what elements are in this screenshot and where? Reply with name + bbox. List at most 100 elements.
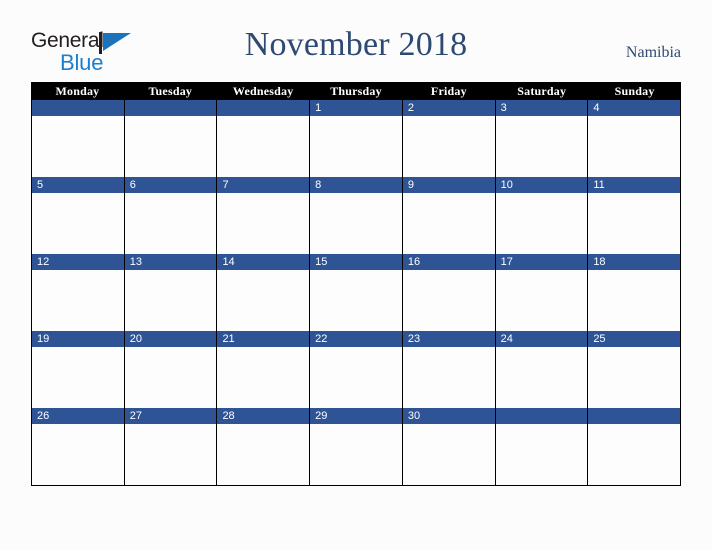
day-number-band: 17 — [495, 254, 588, 270]
day-note-area[interactable] — [495, 347, 588, 408]
day-note-area[interactable] — [217, 424, 310, 485]
day-note-area[interactable] — [32, 116, 124, 177]
day-number-band: 1 — [310, 100, 402, 116]
day-cell[interactable]: 7 — [217, 177, 311, 254]
day-cell[interactable]: 4 — [588, 100, 682, 177]
day-note-area[interactable] — [32, 424, 124, 485]
day-number: 11 — [593, 179, 605, 191]
week-row: 26 27 28 29 30 — [31, 408, 682, 486]
day-note-area[interactable] — [402, 116, 495, 177]
day-number-band — [124, 100, 217, 116]
day-note-area[interactable] — [588, 270, 681, 331]
day-note-area[interactable] — [217, 116, 310, 177]
day-cell[interactable] — [588, 408, 682, 485]
day-note-area[interactable] — [402, 193, 495, 254]
day-cell[interactable] — [32, 100, 125, 177]
day-cell[interactable]: 1 — [310, 100, 403, 177]
day-cell[interactable]: 25 — [588, 331, 682, 408]
day-note-area[interactable] — [217, 193, 310, 254]
day-cell[interactable]: 22 — [310, 331, 403, 408]
day-number: 1 — [315, 102, 322, 114]
day-note-area[interactable] — [588, 116, 681, 177]
weekday-header-friday: Friday — [430, 84, 467, 98]
day-note-area[interactable] — [217, 347, 310, 408]
day-cell[interactable] — [495, 408, 589, 485]
day-cell[interactable]: 13 — [124, 254, 218, 331]
day-number: 9 — [407, 179, 414, 191]
day-number: 26 — [37, 410, 50, 422]
day-number: 8 — [315, 179, 322, 191]
day-cell[interactable]: 17 — [495, 254, 589, 331]
day-note-area[interactable] — [32, 347, 124, 408]
week-row: 1 2 3 4 — [31, 100, 682, 177]
day-cell[interactable]: 14 — [217, 254, 311, 331]
day-number: 7 — [222, 179, 229, 191]
day-note-area[interactable] — [124, 116, 217, 177]
weekday-header-tuesday: Tuesday — [148, 84, 193, 98]
day-cell[interactable]: 20 — [124, 331, 218, 408]
day-note-area[interactable] — [310, 193, 402, 254]
day-note-area[interactable] — [310, 424, 402, 485]
day-cell[interactable]: 12 — [32, 254, 125, 331]
day-cell[interactable]: 24 — [495, 331, 589, 408]
day-note-area[interactable] — [495, 424, 588, 485]
day-number-band: 28 — [217, 408, 310, 424]
day-note-area[interactable] — [217, 270, 310, 331]
day-note-area[interactable] — [310, 270, 402, 331]
day-note-area[interactable] — [588, 424, 681, 485]
day-note-area[interactable] — [124, 424, 217, 485]
day-cell[interactable]: 10 — [495, 177, 589, 254]
day-note-area[interactable] — [124, 347, 217, 408]
day-number-band: 24 — [495, 331, 588, 347]
day-cell[interactable] — [124, 100, 218, 177]
day-cell[interactable]: 11 — [588, 177, 682, 254]
week-row: 5 6 7 8 9 10 11 — [31, 177, 682, 254]
day-cell[interactable]: 27 — [124, 408, 218, 485]
day-note-area[interactable] — [32, 270, 124, 331]
day-cell[interactable]: 26 — [32, 408, 125, 485]
day-number-band: 22 — [310, 331, 402, 347]
day-cell[interactable]: 3 — [495, 100, 589, 177]
day-number: 2 — [407, 102, 414, 114]
day-cell[interactable]: 21 — [217, 331, 311, 408]
day-note-area[interactable] — [588, 193, 681, 254]
day-cell[interactable] — [217, 100, 311, 177]
day-number: 22 — [315, 333, 328, 345]
day-cell[interactable]: 18 — [588, 254, 682, 331]
day-number-band: 26 — [32, 408, 124, 424]
day-note-area[interactable] — [402, 270, 495, 331]
day-cell[interactable]: 23 — [402, 331, 496, 408]
day-note-area[interactable] — [495, 193, 588, 254]
day-note-area[interactable] — [402, 424, 495, 485]
day-number: 29 — [315, 410, 328, 422]
day-note-area[interactable] — [402, 347, 495, 408]
day-cell[interactable]: 29 — [310, 408, 403, 485]
day-note-area[interactable] — [124, 193, 217, 254]
page-title: November 2018 — [244, 26, 468, 63]
day-cell[interactable]: 5 — [32, 177, 125, 254]
day-cell[interactable]: 9 — [402, 177, 496, 254]
day-note-area[interactable] — [310, 347, 402, 408]
day-number-band: 19 — [32, 331, 124, 347]
day-note-area[interactable] — [588, 347, 681, 408]
day-cell[interactable]: 19 — [32, 331, 125, 408]
day-number: 19 — [37, 333, 50, 345]
day-cell[interactable]: 8 — [310, 177, 403, 254]
day-note-area[interactable] — [32, 193, 124, 254]
day-cell[interactable]: 2 — [402, 100, 496, 177]
day-cell[interactable]: 30 — [402, 408, 496, 485]
day-number: 10 — [500, 179, 513, 191]
day-cell[interactable]: 16 — [402, 254, 496, 331]
day-number-band: 8 — [310, 177, 402, 193]
day-note-area[interactable] — [495, 116, 588, 177]
day-note-area[interactable] — [124, 270, 217, 331]
day-cell[interactable]: 6 — [124, 177, 218, 254]
day-cell[interactable]: 28 — [217, 408, 311, 485]
day-note-area[interactable] — [310, 116, 402, 177]
day-number-band: 21 — [217, 331, 310, 347]
day-number-band: 30 — [402, 408, 495, 424]
day-cell[interactable]: 15 — [310, 254, 403, 331]
day-number-band: 2 — [402, 100, 495, 116]
day-number-band: 15 — [310, 254, 402, 270]
day-note-area[interactable] — [495, 270, 588, 331]
